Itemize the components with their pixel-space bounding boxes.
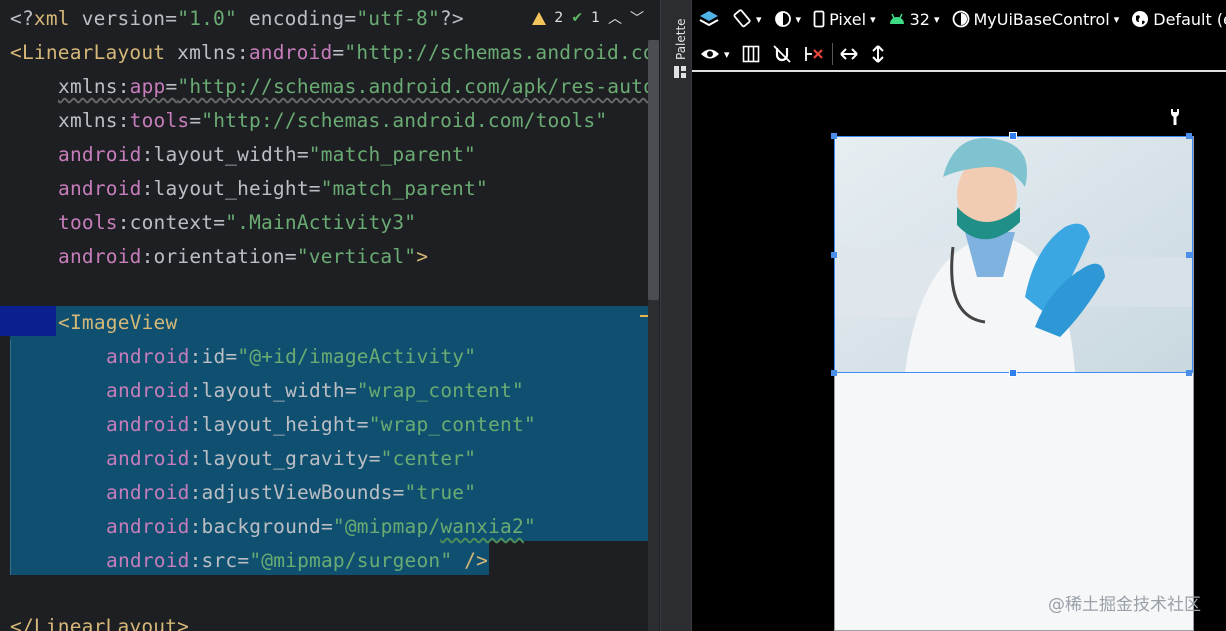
code-line-8[interactable]: android:orientation="vertical">: [58, 240, 428, 274]
chevron-down-icon: ▾: [795, 12, 802, 26]
warning-count: 2: [554, 10, 564, 26]
resize-handle-bottom[interactable]: [1009, 369, 1017, 377]
indent-guide: [10, 340, 55, 575]
code-line-3[interactable]: xmlns:app="http://schemas.android.com/ap…: [58, 70, 655, 104]
api-level: 32: [909, 9, 930, 29]
resize-handle-top-right[interactable]: [1186, 133, 1192, 139]
check-count: 1: [591, 10, 600, 26]
design-toolbar-top: ▾ ▾ Pixel ▾ 32 ▾ MyUiBaseControl ▾ Defau…: [692, 0, 1226, 38]
chevron-down-icon: ▾: [724, 47, 730, 61]
device-name: Pixel: [829, 9, 867, 29]
code-line-17[interactable]: android:src="@mipmap/surgeon" />: [106, 544, 488, 578]
code-line-2[interactable]: <LinearLayout xmlns:android="http://sche…: [10, 36, 655, 70]
resize-handle-top-left[interactable]: [831, 133, 837, 139]
palette-tool-strip[interactable]: [660, 0, 692, 631]
code-line-7[interactable]: tools:context=".MainActivity3": [58, 206, 416, 240]
chevron-down-icon[interactable]: ﹀: [630, 8, 644, 28]
code-line-19[interactable]: </LinearLayout>: [10, 610, 189, 631]
view-options-button[interactable]: ▾: [692, 47, 736, 61]
magnet-off-icon: [772, 45, 791, 63]
resize-handle-bottom-right[interactable]: [1186, 370, 1192, 376]
palette-tab[interactable]: Palette: [674, 18, 688, 60]
code-line-1[interactable]: <?xml version="1.0" encoding="utf-8"?>: [10, 2, 464, 36]
code-line-13[interactable]: android:layout_height="wrap_content": [106, 408, 536, 442]
chevron-down-icon: ▾: [870, 12, 876, 26]
code-line-16[interactable]: android:background="@mipmap/wanxia2": [106, 510, 536, 544]
chevron-down-icon: ▾: [1113, 12, 1120, 26]
code-line-4[interactable]: xmlns:tools="http://schemas.android.com/…: [58, 104, 607, 138]
watermark-text: @稀土掘金技术社区: [1048, 595, 1201, 615]
check-icon: ✔: [571, 10, 584, 26]
api-level-selector[interactable]: 32 ▾: [882, 10, 946, 29]
surgeon-image: [835, 137, 1192, 372]
blueprint-toggle[interactable]: [736, 45, 766, 63]
locale-name: Default (en: [1153, 9, 1226, 29]
night-mode-button[interactable]: ▾: [768, 10, 808, 28]
inspection-widget[interactable]: 2 ✔ 1 ︿ ﹀: [526, 6, 644, 30]
layers-icon: [699, 11, 719, 27]
night-mode-icon: [774, 11, 791, 27]
warning-icon: [532, 11, 547, 25]
blueprint-icon: [742, 45, 759, 63]
device-selector[interactable]: Pixel ▾: [807, 10, 882, 29]
design-toolbar-bottom: ▾: [692, 38, 1226, 72]
chevron-down-icon: ▾: [933, 12, 940, 26]
code-line-12[interactable]: android:layout_width="wrap_content": [106, 374, 524, 408]
code-line-10[interactable]: <ImageView: [58, 306, 177, 340]
xml-code-editor[interactable]: <?xml version="1.0" encoding="utf-8"?> <…: [0, 0, 660, 631]
resize-handle-left[interactable]: [831, 252, 837, 258]
chevron-down-icon: ▾: [756, 12, 762, 26]
code-line-15[interactable]: android:adjustViewBounds="true": [106, 476, 476, 510]
resize-handle-right[interactable]: [1186, 252, 1192, 258]
orientation-button[interactable]: ▾: [726, 9, 768, 29]
eye-icon: [701, 49, 719, 59]
palette-icon[interactable]: [672, 64, 688, 80]
image-view-preview[interactable]: [834, 136, 1193, 373]
locale-selector[interactable]: Default (en: [1125, 10, 1226, 29]
phone-icon: [813, 10, 825, 28]
wrench-icon[interactable]: [1168, 108, 1182, 131]
rotate-icon: [733, 9, 751, 28]
vertical-arrow-icon: [871, 45, 884, 63]
resize-handle-bottom-left[interactable]: [831, 370, 837, 376]
expand-horizontal-button[interactable]: [833, 47, 865, 61]
chevron-up-icon[interactable]: ︿: [608, 8, 622, 28]
current-line-gutter: [0, 306, 56, 336]
layers-button[interactable]: [692, 8, 726, 30]
resize-handle-top[interactable]: [1009, 132, 1017, 140]
theme-name: MyUiBaseControl: [973, 9, 1110, 29]
clear-constraints-button[interactable]: [798, 44, 832, 64]
horizontal-arrow-icon: [839, 48, 858, 60]
code-line-6[interactable]: android:layout_height="match_parent": [58, 172, 488, 206]
globe-icon: [1132, 11, 1149, 27]
expand-vertical-button[interactable]: [865, 44, 891, 64]
clear-constraints-icon: [804, 47, 823, 61]
code-line-11[interactable]: android:id="@+id/imageActivity": [106, 340, 476, 374]
android-icon: [889, 13, 904, 24]
theme-icon: [952, 10, 969, 28]
autoconnect-toggle[interactable]: [766, 44, 798, 64]
code-line-5[interactable]: android:layout_width="match_parent": [58, 138, 476, 172]
theme-selector[interactable]: MyUiBaseControl ▾: [946, 10, 1126, 29]
editor-scrollbar-thumb[interactable]: [648, 40, 659, 300]
code-line-14[interactable]: android:layout_gravity="center": [106, 442, 476, 476]
